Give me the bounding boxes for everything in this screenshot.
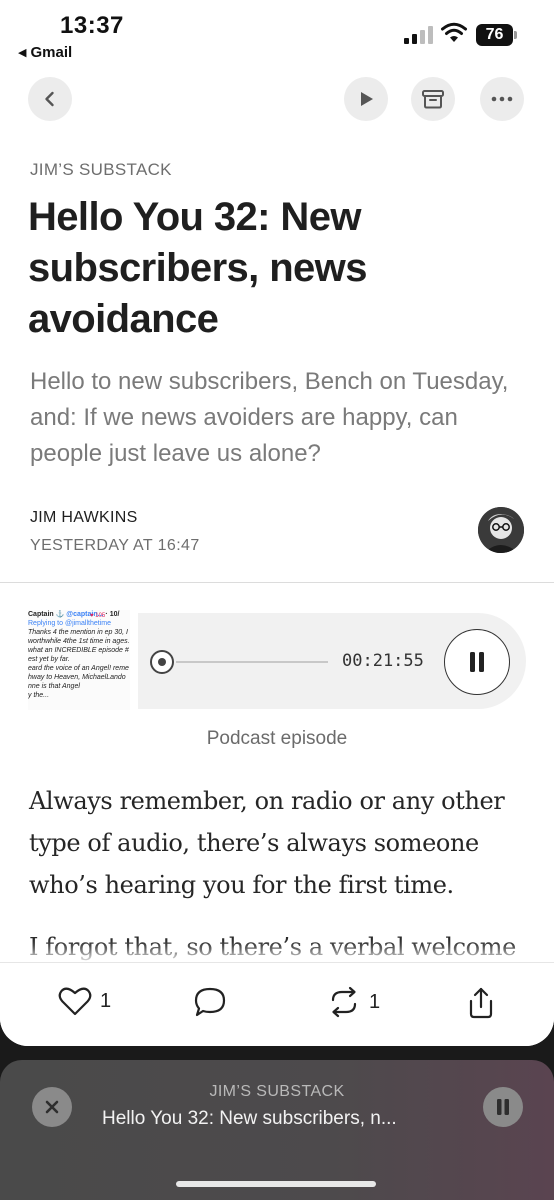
- more-options-button[interactable]: [480, 77, 524, 121]
- article-title: Hello You 32: New subscribers, news avoi…: [28, 195, 367, 341]
- battery-level: 76: [476, 24, 513, 46]
- publication-name[interactable]: JIM’S SUBSTACK: [30, 160, 172, 180]
- like-button[interactable]: 1: [58, 986, 111, 1016]
- thumbnail-text-line: hway to Heaven, MichaelLando: [28, 674, 126, 681]
- archive-button[interactable]: [411, 77, 455, 121]
- status-time: 13:37: [60, 12, 124, 39]
- publish-date: YESTERDAY AT 16:47: [30, 537, 200, 554]
- body-paragraph: Always remember, on radio or any other t…: [29, 787, 505, 899]
- thumbnail-likes: ♥ 105: [90, 613, 106, 619]
- author-photo: [478, 507, 524, 553]
- share-icon: [469, 987, 493, 1019]
- like-count: 1: [100, 989, 112, 1012]
- podcast-scrubber-handle[interactable]: [150, 650, 174, 674]
- author-name[interactable]: JIM HAWKINS: [30, 509, 138, 527]
- wifi-icon: [441, 22, 467, 42]
- restack-button[interactable]: 1: [327, 986, 380, 1018]
- mini-player-title: Hello You 32: New subscribers, n...: [102, 1108, 397, 1129]
- thumbnail-text-line: Thanks 4 the mention in ep 30, I: [28, 629, 129, 636]
- archive-icon: [422, 90, 444, 109]
- mini-player-publication: JIM’S SUBSTACK: [209, 1083, 345, 1100]
- back-app-label: Gmail: [30, 44, 73, 61]
- thumbnail-handle: Captain ⚓ @captain... · 10/: [28, 611, 120, 618]
- thumbnail-text-line: worthwhile 4the 1st time in ages.: [28, 638, 130, 645]
- podcast-caption: Podcast episode: [206, 728, 348, 749]
- header-divider: [0, 582, 554, 583]
- home-indicator[interactable]: [176, 1181, 376, 1187]
- podcast-scrubber-track[interactable]: [176, 661, 328, 663]
- comment-icon: [194, 987, 226, 1017]
- thumbnail-text-line: what an INCREDIBLE episode #: [28, 647, 129, 654]
- mini-player-pause-button[interactable]: [483, 1087, 523, 1127]
- thumbnail-reply-to: Replying to @jimallthetime: [28, 620, 111, 627]
- podcast-time: 00:21:55: [342, 651, 424, 671]
- listen-button[interactable]: [344, 77, 388, 121]
- back-to-app-link[interactable]: ◀ Gmail: [18, 44, 72, 61]
- thumbnail-text-line: y the...: [28, 692, 50, 699]
- heart-icon: [58, 987, 92, 1016]
- back-triangle-icon: ◀: [18, 47, 27, 59]
- close-icon: [45, 1100, 59, 1114]
- podcast-pause-button[interactable]: [444, 629, 510, 695]
- restack-icon: [331, 986, 357, 1018]
- battery-cap: [514, 31, 517, 39]
- restack-count: 1: [369, 990, 381, 1013]
- share-button[interactable]: [465, 986, 497, 1020]
- comment-button[interactable]: [193, 986, 227, 1018]
- podcast-thumbnail: ♥ 105 Captain ⚓ @captain... · 10/ Replyi…: [28, 610, 130, 710]
- pause-icon: [470, 652, 484, 672]
- battery-indicator: 76: [476, 24, 518, 46]
- article-subtitle: Hello to new subscribers, Bench on Tuesd…: [30, 368, 509, 467]
- thumbnail-text-line: eard the voice of an Angel! reme: [28, 665, 129, 672]
- play-icon: [361, 92, 373, 106]
- author-avatar[interactable]: [478, 507, 524, 553]
- pause-icon: [497, 1099, 509, 1115]
- thumbnail-text-line: est yet by far.: [28, 656, 70, 663]
- cellular-signal-icon: [404, 26, 433, 44]
- more-icon: [491, 96, 513, 102]
- email-reader: 13:37 ◀ Gmail 76 JIM’S SUBSTACK Hello Yo…: [0, 0, 554, 1046]
- mini-player[interactable]: [0, 1060, 554, 1200]
- thumbnail-text-line: nne is that Angel: [28, 683, 80, 690]
- back-button[interactable]: [28, 77, 72, 121]
- chevron-left-icon: [45, 91, 54, 107]
